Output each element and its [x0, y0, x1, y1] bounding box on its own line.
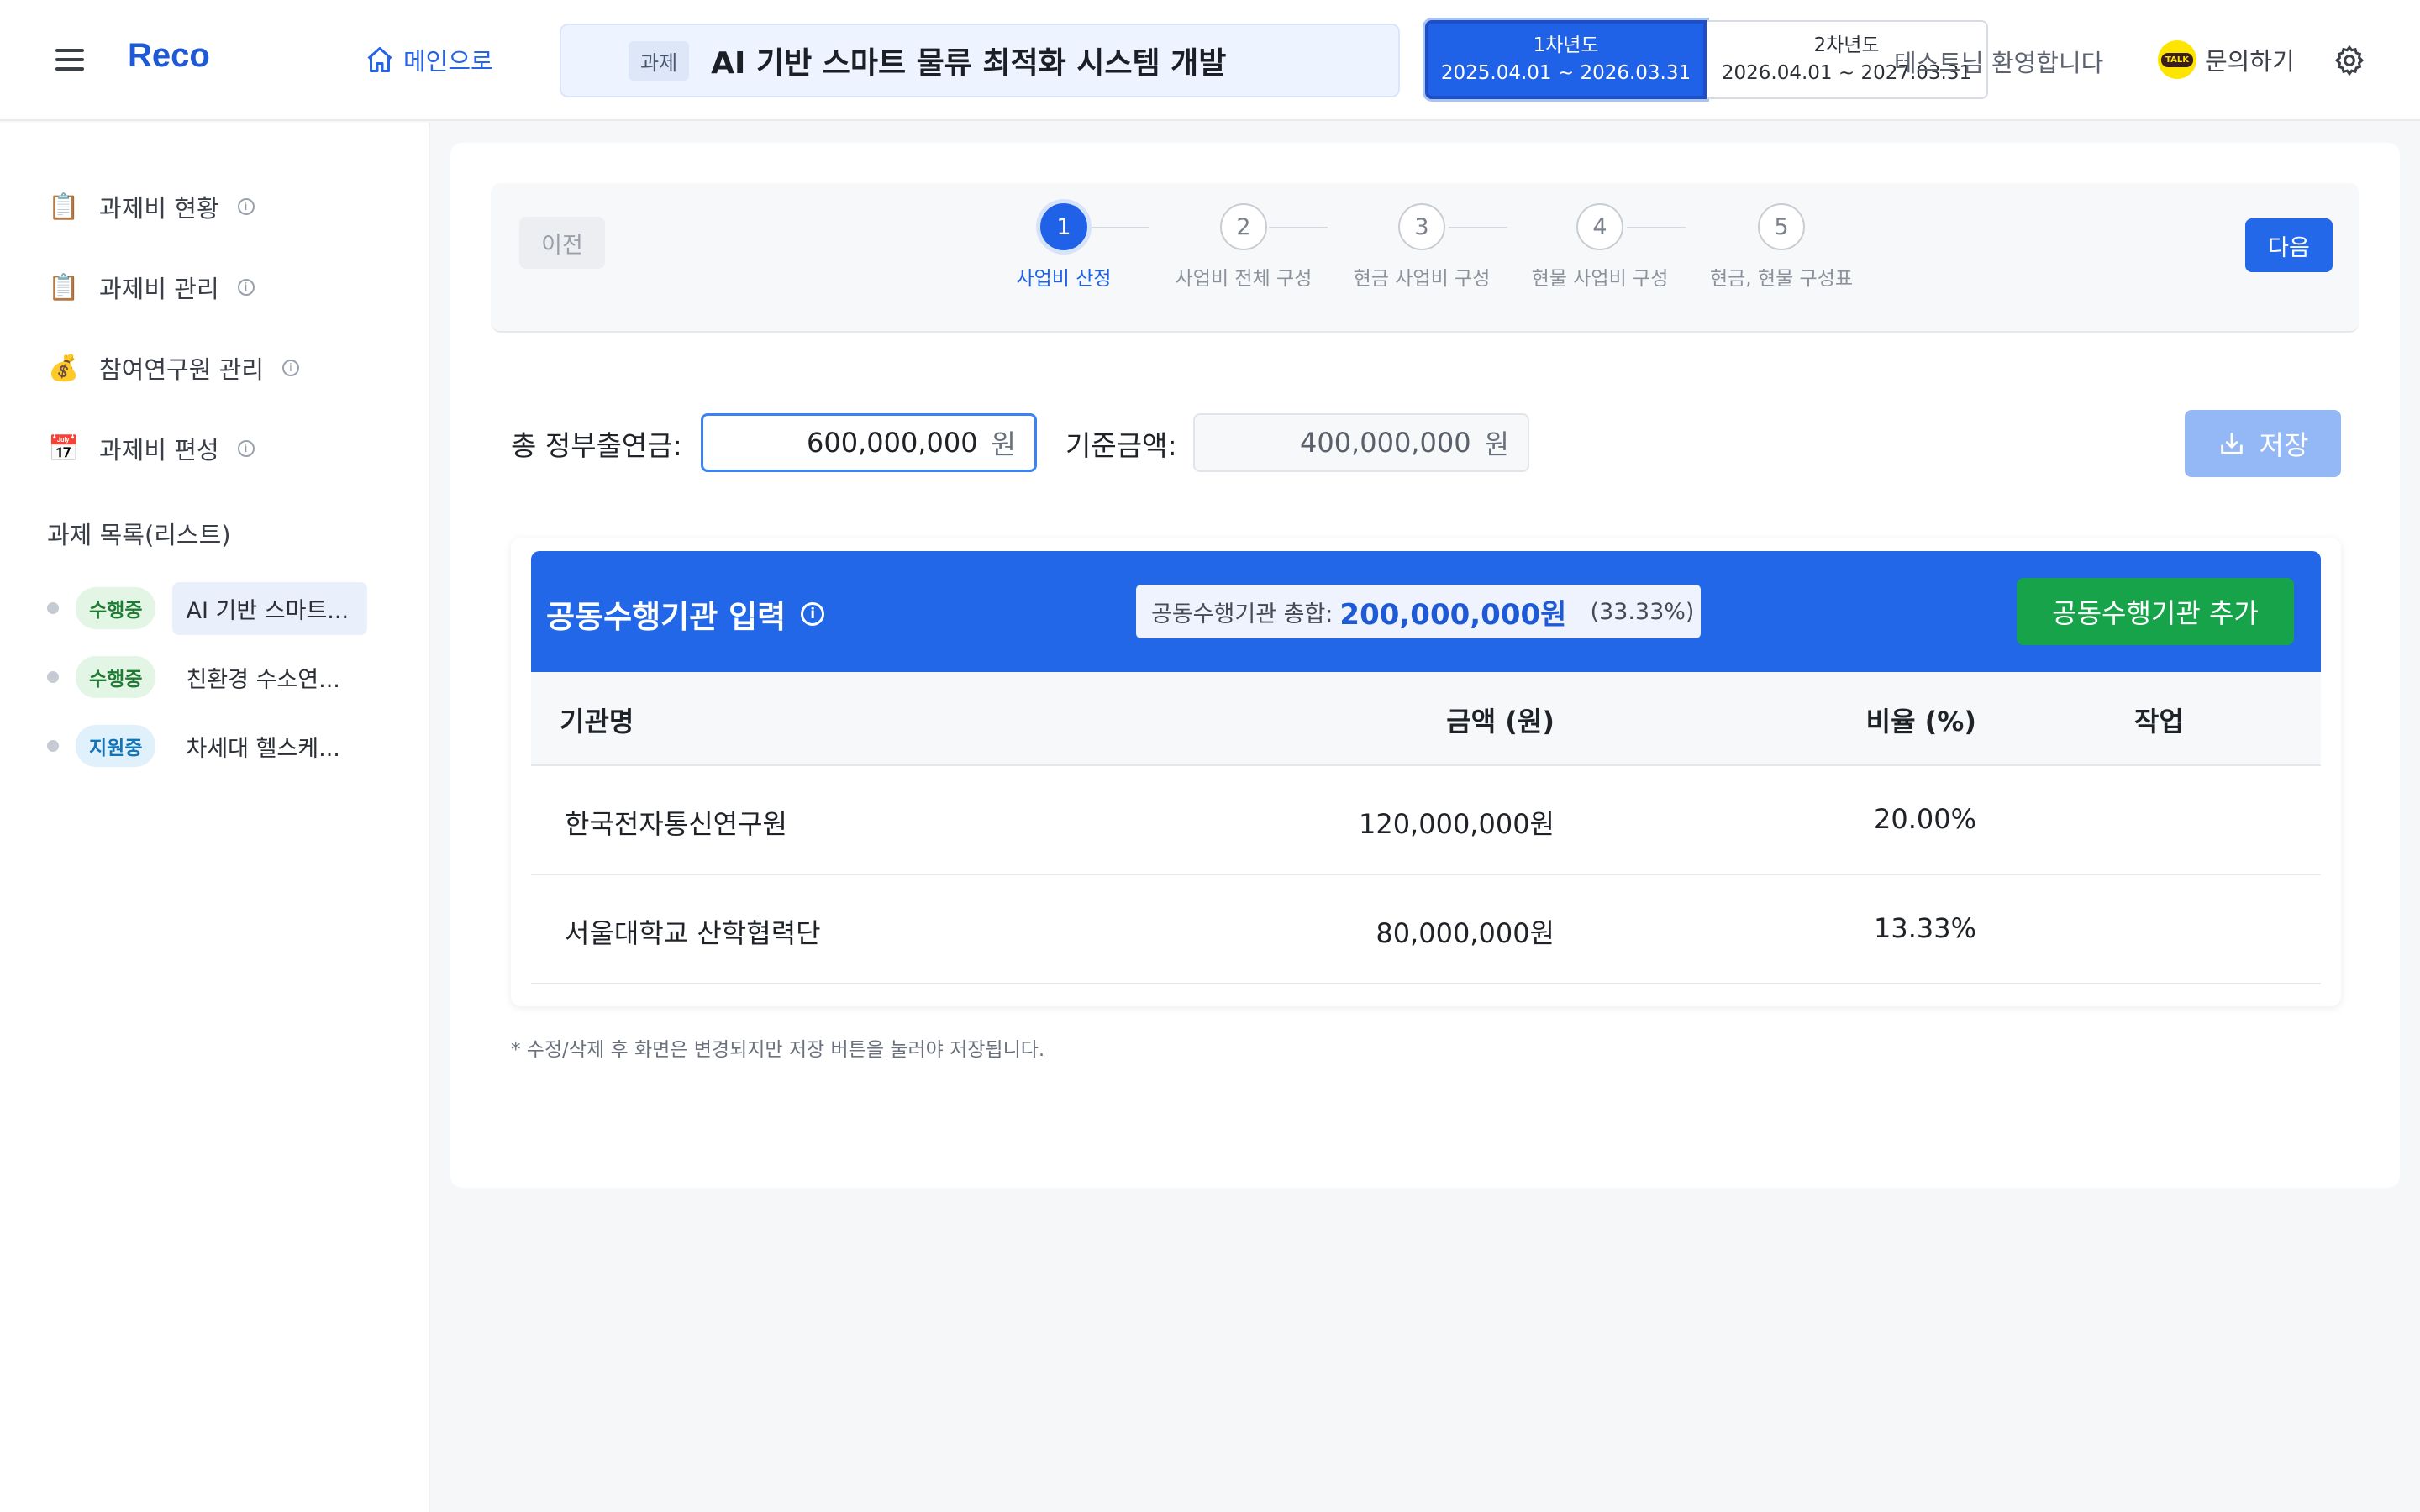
institution-amount: 80,000,000원	[1376, 917, 1555, 949]
prev-button[interactable]: 이전	[519, 217, 605, 269]
step-label: 현금, 현물 구성표	[1709, 268, 1854, 290]
table-header-row	[531, 672, 2321, 766]
info-icon[interactable]: i	[237, 198, 255, 215]
project-name: 차세대 헬스케...	[186, 735, 340, 762]
sidebar-item-label: 참여연구원 관리	[99, 355, 264, 384]
bullet-dot	[47, 740, 59, 752]
step-3[interactable]: 3 현금 사업비 구성	[1321, 203, 1523, 291]
project-list-item[interactable]: 수행중 친환경 수소연...	[47, 654, 367, 701]
step-label: 현금 사업비 구성	[1353, 268, 1491, 290]
step-number: 5	[1758, 203, 1805, 250]
sidebar-item-label: 과제비 현황	[99, 194, 219, 223]
download-icon	[2220, 433, 2243, 454]
total-grant-value: 600,000,000	[806, 427, 978, 459]
base-amount-field: 400,000,000 원	[1193, 413, 1529, 472]
year-tab-1[interactable]: 1차년도 2025.04.01 ~ 2026.03.31	[1425, 20, 1707, 99]
bullet-dot	[47, 671, 59, 683]
kakao-talk-icon: TALK	[2158, 40, 2196, 79]
project-tag: 과제	[629, 40, 690, 81]
contact-button[interactable]: TALK 문의하기	[2158, 40, 2295, 79]
panel-title: 공동수행기관 입력 i	[546, 591, 825, 637]
bullet-dot	[47, 602, 59, 614]
year-tab-period: 2025.04.01 ~ 2026.03.31	[1440, 62, 1691, 84]
money-bag-icon: 💰	[48, 353, 80, 383]
sum-percent: (33.33%)	[1590, 598, 1695, 625]
info-icon[interactable]: i	[281, 360, 299, 376]
info-icon[interactable]: i	[237, 440, 255, 457]
gear-icon[interactable]	[2333, 44, 2366, 77]
step-1[interactable]: 1 사업비 산정	[963, 203, 1165, 291]
base-amount-label: 기준금액:	[1065, 429, 1177, 462]
save-button[interactable]: 저장	[2185, 410, 2341, 477]
save-note: * 수정/삭제 후 화면은 변경되지만 저장 버튼을 눌러야 저장됩니다.	[511, 1039, 1045, 1061]
step-4[interactable]: 4 현물 사업비 구성	[1499, 203, 1701, 291]
step-number: 1	[1040, 203, 1087, 250]
calendar-icon: 📅	[48, 433, 80, 464]
sidebar-item-label: 과제비 관리	[99, 275, 219, 303]
unit-label: 원	[991, 428, 1016, 460]
step-number: 2	[1220, 203, 1267, 250]
column-header-action: 작업	[2134, 706, 2184, 738]
step-5[interactable]: 5 현금, 현물 구성표	[1681, 203, 1882, 291]
sum-label: 공동수행기관 총합:	[1151, 601, 1334, 627]
kakao-talk-icon-text: TALK	[2161, 52, 2193, 67]
column-header-amount: 금액 (원)	[1446, 706, 1555, 738]
step-label: 현물 사업비 구성	[1531, 268, 1669, 290]
sum-value: 200,000,000원	[1339, 597, 1567, 632]
current-project: 과제 AI 기반 스마트 물류 최적화 시스템 개발	[560, 24, 1400, 97]
add-institution-button[interactable]: 공동수행기관 추가	[2017, 578, 2294, 645]
total-grant-label: 총 정부출연금:	[511, 429, 682, 462]
step-label: 사업비 전체 구성	[1175, 268, 1313, 290]
next-button[interactable]: 다음	[2245, 218, 2333, 272]
step-number: 4	[1576, 203, 1623, 250]
institution-ratio: 13.33%	[1873, 912, 1976, 944]
project-list-title: 과제 목록(리스트)	[47, 521, 231, 549]
panel-title-text: 공동수행기관 입력	[546, 599, 786, 635]
column-header-ratio: 비율 (%)	[1865, 706, 1976, 738]
year-tab-label: 2차년도	[1813, 34, 1880, 56]
joint-total-summary: 공동수행기관 총합: 200,000,000원 (33.33%)	[1136, 585, 1701, 638]
status-badge: 수행중	[76, 656, 156, 698]
project-name: 친환경 수소연...	[186, 666, 340, 693]
clipboard-icon: 📋	[48, 272, 80, 302]
menu-toggle-icon[interactable]	[55, 45, 84, 74]
step-number: 3	[1398, 203, 1445, 250]
sidebar: 📋 과제비 현황 i 📋 과제비 관리 i 💰 참여연구원 관리 i 📅 과제비…	[0, 123, 430, 1512]
project-list-item[interactable]: 수행중 AI 기반 스마트...	[47, 581, 368, 635]
total-grant-input[interactable]: 600,000,000 원	[701, 413, 1037, 472]
info-icon[interactable]: i	[801, 602, 825, 626]
sidebar-item-budget-plan[interactable]: 📅 과제비 편성 i	[47, 423, 255, 474]
home-link[interactable]: 메인으로	[365, 42, 493, 77]
top-header: Reco 메인으로 과제 AI 기반 스마트 물류 최적화 시스템 개발 1차년…	[0, 0, 2420, 121]
home-link-label: 메인으로	[403, 47, 493, 76]
project-list-item[interactable]: 지원중 차세대 헬스케...	[47, 722, 367, 769]
save-button-label: 저장	[2259, 429, 2309, 461]
institution-amount: 120,000,000원	[1358, 808, 1555, 840]
status-badge: 지원중	[76, 725, 156, 767]
project-title: AI 기반 스마트 물류 최적화 시스템 개발	[711, 46, 1227, 81]
info-icon[interactable]: i	[237, 279, 255, 296]
welcome-text: 테스트님 환영합니다	[1894, 49, 2104, 77]
column-header-name: 기관명	[560, 706, 634, 738]
project-name: AI 기반 스마트...	[172, 581, 368, 635]
home-icon	[367, 47, 392, 72]
step-2[interactable]: 2 사업비 전체 구성	[1143, 203, 1344, 291]
status-badge: 수행중	[76, 587, 156, 629]
institution-name: 서울대학교 산학협력단	[565, 917, 821, 949]
institution-ratio: 20.00%	[1873, 803, 1976, 835]
app-logo[interactable]: Reco	[128, 37, 210, 75]
unit-label: 원	[1484, 428, 1509, 460]
clipboard-icon: 📋	[48, 192, 80, 222]
contact-label: 문의하기	[2205, 47, 2295, 76]
sidebar-item-budget-status[interactable]: 📋 과제비 현황 i	[47, 181, 255, 232]
step-label: 사업비 산정	[1016, 268, 1112, 290]
institution-name: 한국전자통신연구원	[565, 808, 787, 840]
sidebar-item-researchers[interactable]: 💰 참여연구원 관리 i	[47, 343, 299, 393]
base-amount-value: 400,000,000	[1299, 427, 1471, 459]
year-tab-label: 1차년도	[1533, 34, 1599, 56]
sidebar-item-label: 과제비 편성	[99, 436, 219, 465]
sidebar-item-budget-manage[interactable]: 📋 과제비 관리 i	[47, 262, 255, 312]
